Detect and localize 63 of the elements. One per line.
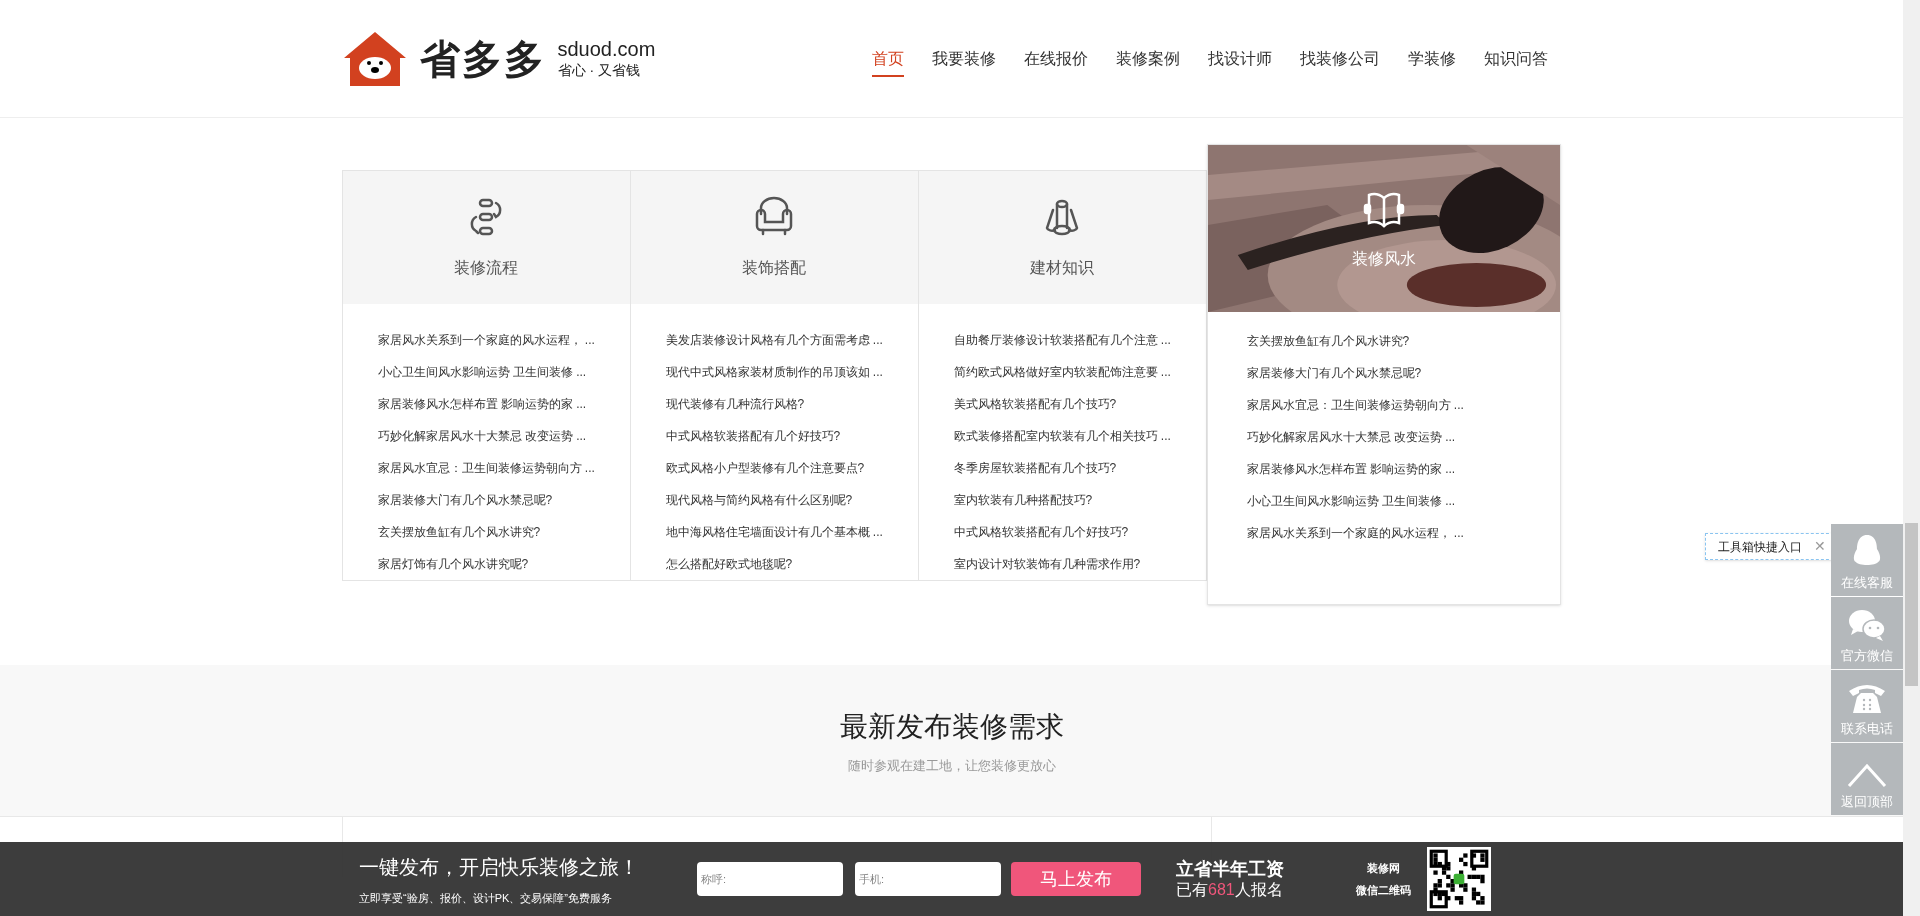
qr-code bbox=[1427, 847, 1491, 911]
article-link[interactable]: 家居灯饰有几个风水讲究呢? bbox=[377, 555, 529, 573]
nav-link[interactable]: 首页 bbox=[857, 0, 918, 117]
article-link[interactable]: 小心卫生间风水影响运势 卫生间装修 ... bbox=[377, 363, 587, 381]
article-link[interactable]: 怎么搭配好欧式地毯呢? bbox=[665, 555, 793, 573]
article-link[interactable]: 家居风水关系到一个家庭的风水运程， ... bbox=[1246, 524, 1464, 542]
article-link[interactable]: 家居风水宜忌：卫生间装修运势朝向方 ... bbox=[377, 459, 595, 477]
logo-slogan: 省心 · 又省钱 bbox=[557, 62, 641, 80]
article-link[interactable]: 美发店装修设计风格有几个方面需考虑 ... bbox=[665, 331, 883, 349]
article-link[interactable]: 地中海风格住宅墙面设计有几个基本概 ... bbox=[665, 523, 883, 541]
article-link[interactable]: 中式风格软装搭配有几个好技巧? bbox=[953, 523, 1129, 541]
article-link[interactable]: 中式风格软装搭配有几个好技巧? bbox=[665, 427, 841, 445]
article-link[interactable]: 家居风水关系到一个家庭的风水运程， ... bbox=[377, 331, 595, 349]
logo-domain: sduod.com bbox=[557, 37, 656, 63]
article-link[interactable]: 自助餐厅装修设计软装搭配有几个注意 ... bbox=[953, 331, 1171, 349]
nav-link[interactable]: 找装修公司 bbox=[1285, 0, 1394, 117]
article-link[interactable]: 室内设计对软装饰有几种需求作用? bbox=[953, 555, 1141, 573]
promo-title: 立省半年工资 bbox=[1176, 857, 1284, 881]
chevron-up-icon bbox=[1847, 761, 1887, 788]
nav-link[interactable]: 知识问答 bbox=[1469, 0, 1562, 117]
nav-link[interactable]: 学装修 bbox=[1393, 0, 1470, 117]
category-title: 建材知识 bbox=[1030, 257, 1094, 278]
section-subtitle: 随时参观在建工地，让您装修更放心 bbox=[847, 756, 1056, 775]
tooltip-text: 工具箱快捷入口 bbox=[1718, 538, 1802, 556]
nav-link[interactable]: 装修案例 bbox=[1101, 0, 1194, 117]
article-link[interactable]: 欧式风格小户型装修有几个注意要点? bbox=[665, 459, 865, 477]
category-header[interactable]: 装修流程 bbox=[342, 171, 630, 304]
signup-count: 已有681人报名 bbox=[1176, 880, 1284, 901]
article-link[interactable]: 简约欧式风格做好室内软装配饰注意要 ... bbox=[953, 363, 1171, 381]
category-title: 装饰搭配 bbox=[742, 257, 806, 278]
category-header[interactable]: 建材知识 bbox=[918, 171, 1206, 304]
article-link[interactable]: 家居风水宜忌：卫生间装修运势朝向方 ... bbox=[1246, 396, 1464, 414]
bar-headline: 一键发布，开启快乐装修之旅！ bbox=[359, 854, 639, 880]
logo-name: 省多多 bbox=[419, 35, 546, 83]
category-title: 装修流程 bbox=[454, 257, 518, 278]
section-title: 最新发布装修需求 bbox=[839, 709, 1064, 744]
article-link[interactable]: 家居装修风水怎样布置 影响运势的家 ... bbox=[1246, 460, 1456, 478]
nav-link[interactable]: 我要装修 bbox=[917, 0, 1010, 117]
article-link[interactable]: 美式风格软装搭配有几个技巧? bbox=[953, 395, 1117, 413]
article-link[interactable]: 家居装修风水怎样布置 影响运势的家 ... bbox=[377, 395, 587, 413]
article-link[interactable]: 家居装修大门有几个风水禁忌呢? bbox=[1246, 364, 1422, 382]
article-link[interactable]: 小心卫生间风水影响运势 卫生间装修 ... bbox=[1246, 492, 1456, 510]
qr-title: 装修网 bbox=[1367, 860, 1400, 876]
category-header[interactable]: 装饰搭配 bbox=[630, 171, 918, 304]
article-link[interactable]: 巧妙化解家居风水十大禁忌 改变运势 ... bbox=[377, 427, 587, 445]
article-link[interactable]: 巧妙化解家居风水十大禁忌 改变运势 ... bbox=[1246, 428, 1456, 446]
article-link[interactable]: 现代风格与简约风格有什么区别呢? bbox=[665, 491, 853, 509]
nav-link[interactable]: 找设计师 bbox=[1193, 0, 1286, 117]
name-field[interactable]: 称呼: bbox=[697, 862, 843, 896]
category-title: 装修风水 bbox=[1351, 248, 1416, 269]
article-link[interactable]: 玄关摆放鱼缸有几个风水讲究? bbox=[377, 523, 541, 541]
article-link[interactable]: 欧式装修搭配室内软装有几个相关技巧 ... bbox=[953, 427, 1171, 445]
article-link[interactable]: 家居装修大门有几个风水禁忌呢? bbox=[377, 491, 553, 509]
article-link[interactable]: 现代装修有几种流行风格? bbox=[665, 395, 805, 413]
article-link[interactable]: 玄关摆放鱼缸有几个风水讲究? bbox=[1246, 332, 1410, 350]
article-link[interactable]: 现代中式风格家装材质制作的吊顶该如 ... bbox=[665, 363, 883, 381]
qr-caption: 微信二维码 bbox=[1356, 883, 1411, 898]
chat-bubbles-icon bbox=[1847, 607, 1887, 642]
nav-link[interactable]: 在线报价 bbox=[1009, 0, 1102, 117]
article-link[interactable]: 冬季房屋软装搭配有几个技巧? bbox=[953, 459, 1117, 477]
article-link[interactable]: 室内软装有几种搭配技巧? bbox=[953, 491, 1093, 509]
phone-field[interactable]: 手机: bbox=[855, 862, 1001, 896]
bar-subline: 立即享受“验房、报价、设计PK、交易保障”免费服务 bbox=[359, 890, 613, 906]
